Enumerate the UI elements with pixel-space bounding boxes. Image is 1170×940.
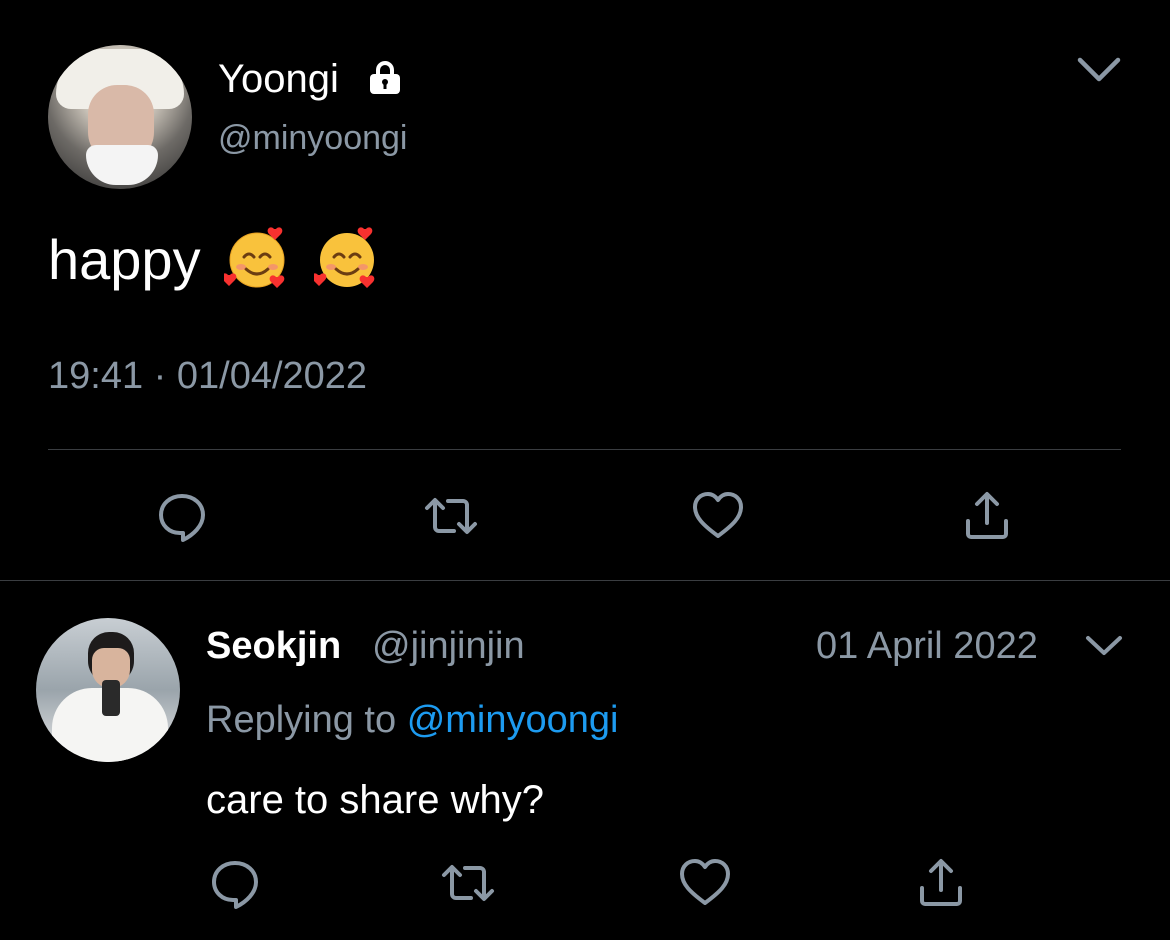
mention-link[interactable]: @minyoongi — [407, 699, 619, 741]
retweet-icon[interactable] — [424, 489, 478, 543]
lock-icon — [370, 61, 400, 94]
divider — [48, 449, 1121, 450]
smiling-face-with-hearts-icon — [313, 227, 375, 288]
reply-icon[interactable] — [155, 489, 209, 543]
user-handle[interactable]: @minyoongi — [218, 118, 408, 158]
replying-to: Replying to @minyoongi — [206, 698, 618, 742]
tweet-text-content: happy — [48, 228, 201, 291]
replying-to-label: Replying to — [206, 699, 397, 741]
reply-date: 01 April 2022 — [816, 625, 1038, 667]
retweet-icon[interactable] — [441, 856, 495, 910]
chevron-down-icon[interactable] — [1084, 634, 1124, 658]
display-name[interactable]: Yoongi — [218, 56, 339, 102]
tweet-text: happy — [48, 225, 380, 293]
heart-icon[interactable] — [691, 489, 745, 543]
tweet-timestamp[interactable]: 19:41 · 01/04/2022 — [48, 354, 367, 398]
avatar-seokjin[interactable] — [36, 618, 180, 762]
divider — [0, 580, 1170, 581]
share-icon[interactable] — [914, 856, 968, 910]
chevron-down-icon[interactable] — [1076, 56, 1122, 84]
heart-icon[interactable] — [678, 856, 732, 910]
avatar-mask — [86, 145, 158, 185]
reply-display-name[interactable]: Seokjin — [206, 624, 341, 668]
smiling-face-with-hearts-icon — [224, 227, 285, 288]
reply-handle[interactable]: @jinjinjin — [372, 624, 525, 668]
reply-icon[interactable] — [208, 856, 262, 910]
avatar-yoongi[interactable] — [48, 45, 192, 189]
reply-text: care to share why? — [206, 778, 544, 822]
avatar-phone — [102, 680, 120, 716]
share-icon[interactable] — [960, 489, 1014, 543]
